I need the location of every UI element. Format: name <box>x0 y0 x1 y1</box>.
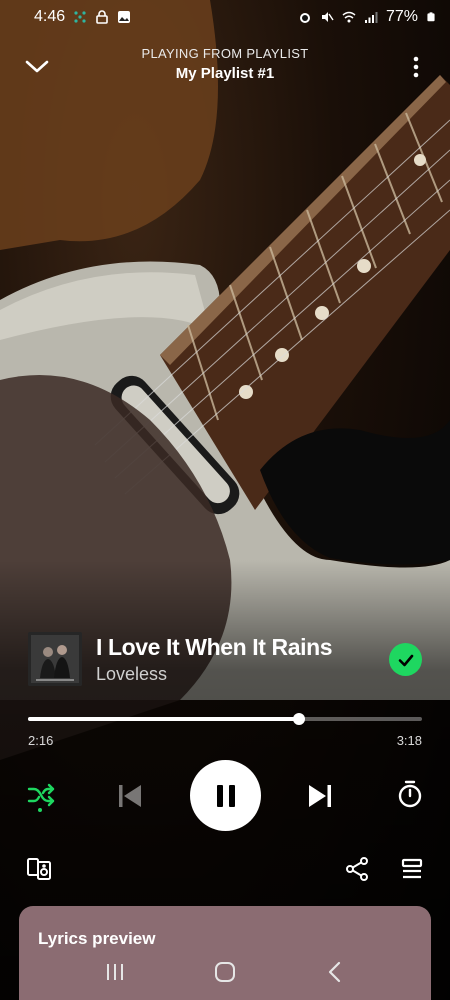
total-duration: 3:18 <box>396 733 422 748</box>
recent-apps-icon <box>107 964 123 980</box>
alarm-icon <box>299 13 310 23</box>
status-time: 4:46 <box>34 8 66 25</box>
back-button[interactable] <box>318 955 352 989</box>
share-icon[interactable] <box>344 856 370 882</box>
track-info: I Love It When It Rains Loveless <box>28 632 422 688</box>
status-bar: 4:46 77% <box>0 0 450 34</box>
track-title[interactable]: I Love It When It Rains <box>96 634 333 661</box>
status-left: 4:46 <box>34 8 131 26</box>
battery-icon <box>427 12 435 22</box>
shuffle-active-dot <box>38 808 42 812</box>
skip-next-icon <box>309 785 331 807</box>
back-chevron-icon <box>328 961 341 983</box>
progress-fill <box>28 717 299 721</box>
connect-devices-icon[interactable] <box>26 856 52 882</box>
previous-button[interactable] <box>114 780 146 812</box>
status-right: 77% <box>298 8 436 26</box>
signal-icon <box>364 12 378 23</box>
recent-apps-button[interactable] <box>98 955 132 989</box>
wifi-icon <box>342 11 356 23</box>
background-artwork <box>0 0 450 1000</box>
sleep-timer-button[interactable] <box>394 777 426 811</box>
shuffle-button[interactable] <box>24 778 58 812</box>
player-header: PLAYING FROM PLAYLIST My Playlist #1 <box>0 42 450 92</box>
play-pause-button[interactable] <box>190 760 261 831</box>
queue-icon[interactable] <box>400 857 424 881</box>
more-options-icon[interactable] <box>406 52 426 82</box>
elapsed-time: 2:16 <box>28 733 54 748</box>
mute-icon <box>321 12 334 22</box>
album-art[interactable] <box>28 632 82 686</box>
system-nav-bar <box>0 944 450 1000</box>
lock-icon <box>96 10 108 24</box>
time-row: 2:16 3:18 <box>28 733 422 748</box>
playlist-name[interactable]: My Playlist #1 <box>0 65 450 82</box>
track-artist[interactable]: Loveless <box>96 664 167 685</box>
home-icon <box>215 962 235 982</box>
battery-percent: 77% <box>385 8 418 25</box>
pause-icon <box>216 784 235 807</box>
shuffle-icon <box>27 783 55 807</box>
playing-from-label: PLAYING FROM PLAYLIST <box>141 46 309 61</box>
gallery-icon <box>118 11 131 23</box>
home-button[interactable] <box>208 955 242 989</box>
progress-bar[interactable] <box>28 713 422 725</box>
playback-progress: 2:16 3:18 <box>28 712 422 748</box>
progress-thumb[interactable] <box>292 713 305 725</box>
skip-previous-icon <box>119 785 141 807</box>
dots-app-icon <box>74 11 86 23</box>
checkmark-icon <box>398 654 413 666</box>
playback-controls <box>0 760 450 831</box>
bottom-actions <box>0 852 450 886</box>
liked-button[interactable] <box>389 643 422 676</box>
next-button[interactable] <box>304 780 336 812</box>
timer-icon <box>398 780 422 808</box>
header-text: PLAYING FROM PLAYLIST My Playlist #1 <box>0 46 450 82</box>
album-cover-image <box>28 632 82 686</box>
